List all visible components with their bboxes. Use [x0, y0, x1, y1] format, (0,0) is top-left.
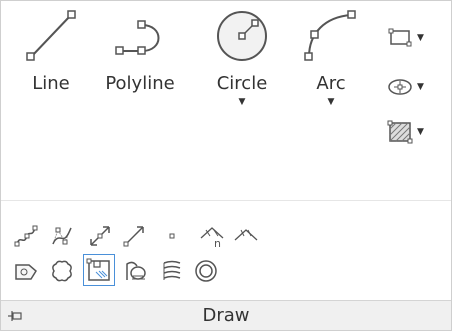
hatch-dropdown-arrow[interactable]: ▼	[417, 127, 424, 137]
spline-fit-icon	[14, 225, 38, 247]
rectangle-dropdown-arrow[interactable]: ▼	[417, 33, 424, 43]
ellipse-dropdown-arrow[interactable]: ▼	[417, 82, 424, 92]
spline-cv-icon	[52, 227, 72, 245]
ellipse-icon	[388, 79, 412, 95]
draw-panel: Line Polyline Circle ▼ Arc ▼ ▼ ▼ ▼ n Dra…	[0, 0, 452, 331]
hatch-icon	[126, 261, 146, 280]
spline-fit-button[interactable]	[11, 221, 41, 251]
point-button[interactable]	[157, 221, 187, 251]
arc-dropdown-arrow[interactable]: ▼	[328, 97, 335, 107]
construction-line-button[interactable]	[85, 221, 115, 251]
ellipse-button[interactable]: ▼	[387, 72, 424, 102]
circle-label: Circle	[216, 73, 268, 94]
region-button[interactable]	[11, 256, 41, 286]
revision-cloud-button[interactable]	[47, 256, 77, 286]
polyline-label: Polyline	[105, 73, 175, 94]
gradient-button[interactable]	[157, 256, 187, 286]
donut-icon	[195, 260, 217, 282]
donut-button[interactable]	[191, 256, 221, 286]
polyline-icon	[115, 20, 160, 55]
measure-button[interactable]	[231, 221, 261, 251]
circle-dropdown-arrow[interactable]: ▼	[239, 97, 246, 107]
ray-icon	[123, 226, 144, 247]
gradient-icon	[163, 260, 181, 280]
circle-icon	[217, 11, 267, 61]
svg-text:n: n	[214, 237, 221, 248]
rectangle-icon	[388, 28, 412, 47]
point-icon	[169, 233, 175, 239]
panel-title: Draw	[202, 305, 250, 326]
line-icon	[26, 10, 76, 61]
polyline-button[interactable]: Polyline	[99, 7, 181, 157]
construction-line-icon	[90, 226, 110, 246]
hatch-button[interactable]: ▼	[387, 117, 424, 147]
region-icon	[15, 264, 37, 280]
divide-button[interactable]: n	[197, 221, 227, 251]
measure-icon	[234, 229, 258, 241]
line-button[interactable]: Line	[21, 7, 81, 157]
revision-cloud-icon	[52, 260, 72, 282]
rectangle-button[interactable]: ▼	[387, 23, 424, 53]
boundary-button[interactable]	[83, 254, 115, 286]
hatch-dropdown-icon	[387, 120, 413, 144]
panel-footer: Draw	[1, 300, 451, 330]
separator	[1, 200, 451, 201]
arc-icon	[304, 10, 356, 61]
divide-icon: n	[200, 227, 224, 248]
hatch-tool-button[interactable]	[121, 256, 151, 286]
circle-button[interactable]: Circle ▼	[207, 7, 277, 157]
line-label: Line	[32, 73, 70, 94]
arc-button[interactable]: Arc ▼	[301, 7, 361, 157]
boundary-icon	[86, 258, 110, 281]
spline-cv-button[interactable]	[47, 221, 77, 251]
arc-label: Arc	[316, 73, 346, 94]
ray-button[interactable]	[119, 221, 149, 251]
